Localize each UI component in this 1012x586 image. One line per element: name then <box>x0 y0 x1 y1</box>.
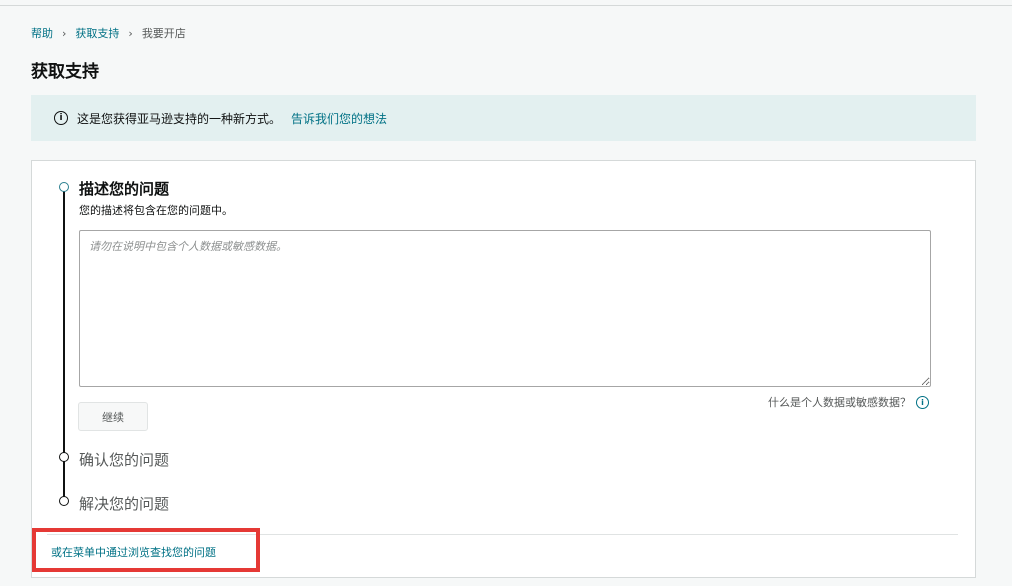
info-icon: i <box>54 111 68 125</box>
step-indicator-resolve <box>59 496 69 506</box>
step-title-confirm: 确认您的问题 <box>79 451 170 469</box>
sensitive-data-help[interactable]: 什么是个人数据或敏感数据？ i <box>768 394 929 410</box>
feedback-link[interactable]: 告诉我们您的想法 <box>291 110 387 127</box>
breadcrumb: 帮助 › 获取支持 › 我要开店 <box>31 25 186 41</box>
info-banner: i 这是您获得亚马逊支持的一种新方式。 告诉我们您的想法 <box>31 95 976 141</box>
chevron-right-icon: › <box>128 26 133 40</box>
continue-button[interactable]: 继续 <box>78 402 148 431</box>
card-divider <box>47 534 958 535</box>
chevron-right-icon: › <box>62 26 67 40</box>
banner-message: 这是您获得亚马逊支持的一种新方式。 <box>77 111 282 126</box>
step-title-describe: 描述您的问题 <box>79 180 170 198</box>
page-title: 获取支持 <box>31 62 99 82</box>
description-textarea[interactable] <box>79 230 931 387</box>
breadcrumb-current: 我要开店 <box>141 27 186 40</box>
support-card: 描述您的问题 您的描述将包含在您的问题中。 继续 什么是个人数据或敏感数据？ i… <box>31 160 976 578</box>
step-title-resolve: 解决您的问题 <box>79 495 170 513</box>
breadcrumb-help[interactable]: 帮助 <box>31 25 53 41</box>
top-divider <box>0 5 1012 6</box>
sensitive-data-help-label: 什么是个人数据或敏感数据？ <box>768 396 911 409</box>
info-icon[interactable]: i <box>916 395 929 409</box>
step-indicator-confirm <box>59 452 69 462</box>
step-subtitle-describe: 您的描述将包含在您的问题中。 <box>79 204 233 217</box>
breadcrumb-get-support[interactable]: 获取支持 <box>75 25 119 41</box>
browse-menu-link[interactable]: 或在菜单中通过浏览查找您的问题 <box>51 544 216 560</box>
step-indicator-describe <box>59 182 69 192</box>
